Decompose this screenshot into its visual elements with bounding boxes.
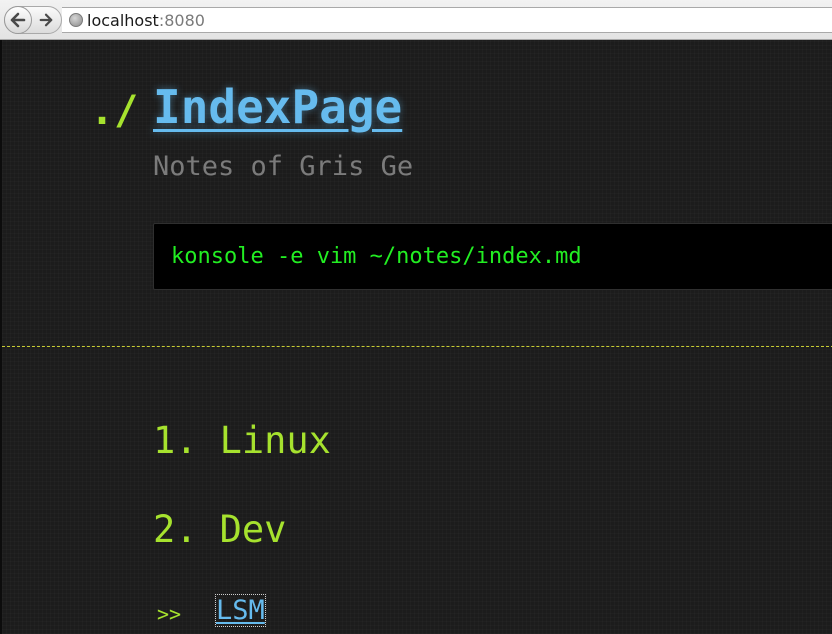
url-port: :8080 bbox=[158, 10, 205, 30]
title-prefix: ./ bbox=[90, 88, 139, 134]
navigation-buttons bbox=[4, 6, 62, 34]
toc-item-dev: 2. Dev bbox=[153, 508, 286, 551]
address-bar[interactable]: localhost :8080 bbox=[62, 7, 832, 33]
browser-toolbar: localhost :8080 bbox=[0, 0, 832, 40]
command-text: konsole -e vim ~/notes/index.md bbox=[171, 244, 582, 269]
page-subtitle: Notes of Gris Ge bbox=[153, 151, 414, 182]
url-host: localhost bbox=[87, 10, 159, 30]
toc-label: Dev bbox=[219, 508, 287, 551]
toc-item-linux: 1. Linux bbox=[153, 419, 331, 462]
toc-number: 1. bbox=[153, 419, 198, 462]
page-content: ./ IndexPage Notes of Gris Ge konsole -e… bbox=[0, 40, 832, 634]
globe-icon bbox=[69, 13, 83, 27]
divider bbox=[2, 346, 832, 347]
toc-number: 2. bbox=[153, 508, 198, 551]
page-title-link[interactable]: IndexPage bbox=[153, 80, 402, 134]
lsm-link[interactable]: LSM bbox=[215, 594, 266, 627]
back-arrow-icon bbox=[10, 12, 26, 28]
forward-button[interactable] bbox=[32, 7, 60, 33]
back-button[interactable] bbox=[4, 6, 32, 34]
sub-marker: >> bbox=[157, 602, 182, 626]
toc-label: Linux bbox=[219, 419, 331, 462]
command-block: konsole -e vim ~/notes/index.md bbox=[153, 223, 832, 290]
forward-arrow-icon bbox=[39, 13, 53, 27]
